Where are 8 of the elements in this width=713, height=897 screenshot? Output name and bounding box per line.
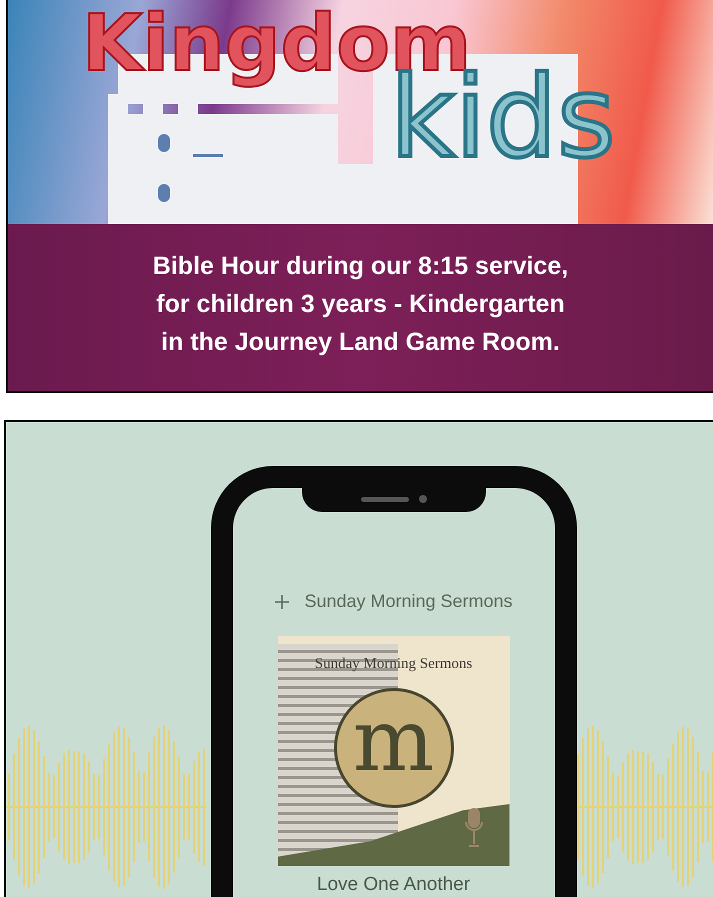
plus-icon[interactable] [274,594,290,610]
microphone-icon [464,808,484,848]
info-text: for children 3 years - Kindergarten [156,288,565,320]
info-text: in the Journey Land Game Room. [161,326,560,358]
info-text: Bible Hour during our 8:15 service, [152,250,568,282]
episode-title[interactable]: Love One Another [316,874,470,896]
show-title: Sunday Morning Sermons [304,591,513,612]
cover-title: Sunday Morning Sermons [314,656,474,673]
